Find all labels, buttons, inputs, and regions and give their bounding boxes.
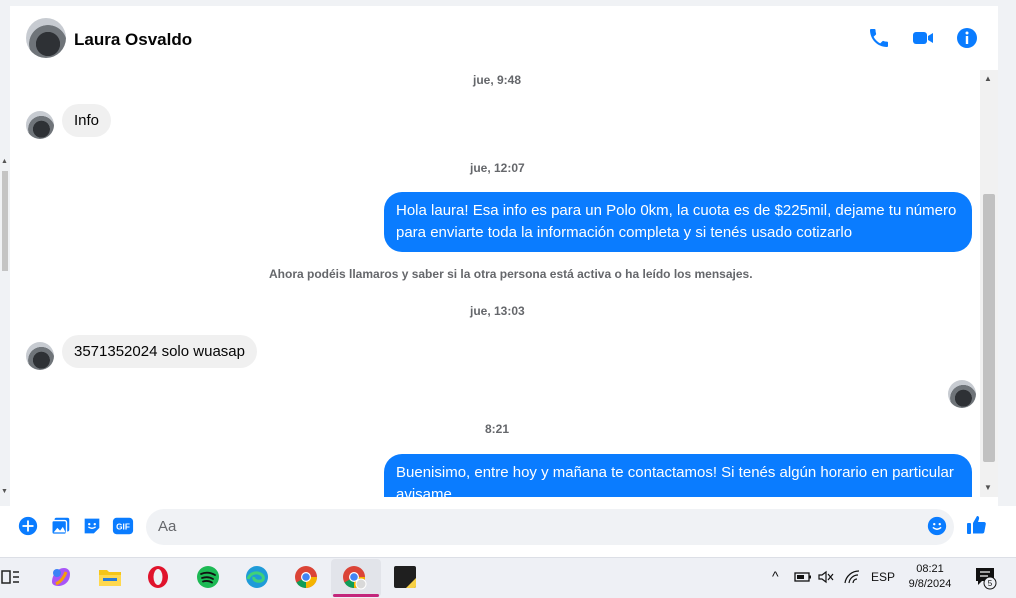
timestamp: jue, 12:07 bbox=[470, 161, 525, 175]
opera-icon[interactable] bbox=[145, 564, 171, 590]
contact-avatar[interactable] bbox=[26, 18, 66, 58]
timestamp: 8:21 bbox=[485, 422, 510, 436]
scroll-up-arrow[interactable]: ▲ bbox=[984, 74, 992, 83]
left-scroll-down-arrow[interactable]: ▼ bbox=[1, 488, 8, 495]
clock-date: 9/8/2024 bbox=[908, 578, 952, 590]
scroll-down-arrow[interactable]: ▼ bbox=[984, 483, 992, 492]
clock-time: 08:21 bbox=[916, 563, 944, 575]
incoming-message[interactable]: 3571352024 solo wuasap bbox=[62, 335, 257, 368]
chat-scrollbar[interactable]: ▲ ▼ bbox=[980, 70, 998, 497]
outgoing-message[interactable]: Hola laura! Esa info es para un Polo 0km… bbox=[384, 192, 972, 252]
timestamp: jue, 13:03 bbox=[470, 304, 525, 318]
file-explorer-icon[interactable] bbox=[97, 564, 123, 590]
message-list[interactable]: jue, 9:48 Info jue, 12:07 Hola laura! Es… bbox=[10, 70, 980, 497]
video-camera-icon[interactable] bbox=[911, 26, 935, 50]
right-edge bbox=[998, 6, 1016, 506]
message-line: avisame bbox=[396, 486, 452, 497]
system-clock[interactable]: 08:21 9/8/2024 bbox=[900, 562, 960, 592]
copilot-icon[interactable] bbox=[48, 564, 74, 590]
message-input[interactable]: Aa bbox=[146, 509, 954, 545]
message-line: Buenisimo, entre hoy y mañana te contact… bbox=[396, 464, 954, 481]
outgoing-message[interactable]: Buenisimo, entre hoy y mañana te contact… bbox=[384, 454, 972, 497]
message-line: para enviarte toda la información comple… bbox=[396, 224, 853, 241]
phone-icon[interactable] bbox=[867, 26, 891, 50]
chevron-up-icon[interactable]: ^ bbox=[772, 568, 779, 584]
chat-header: Laura Osvaldo bbox=[10, 6, 998, 71]
sticky-notes-icon[interactable] bbox=[392, 564, 418, 590]
seen-receipt-avatar bbox=[948, 380, 976, 408]
left-scroll-up-arrow[interactable]: ▲ bbox=[1, 158, 8, 165]
scroll-thumb[interactable] bbox=[983, 194, 995, 462]
info-icon[interactable] bbox=[955, 26, 979, 50]
spotify-icon[interactable] bbox=[195, 564, 221, 590]
wifi-icon[interactable] bbox=[844, 570, 860, 584]
battery-icon[interactable] bbox=[794, 570, 812, 584]
chrome-icon[interactable] bbox=[293, 564, 319, 590]
windows-taskbar: ^ ESP 08:21 9/8/2024 5 bbox=[0, 557, 1016, 598]
emoji-icon[interactable] bbox=[926, 515, 948, 537]
svg-text:GIF: GIF bbox=[116, 523, 130, 532]
chrome-profile-icon[interactable] bbox=[341, 564, 367, 590]
gif-icon[interactable]: GIF bbox=[112, 515, 134, 537]
image-gallery-icon[interactable] bbox=[50, 515, 72, 537]
notification-count-badge: 5 bbox=[988, 579, 993, 588]
sender-avatar[interactable] bbox=[26, 342, 54, 370]
notification-center-icon[interactable]: 5 bbox=[974, 566, 998, 590]
edge-icon[interactable] bbox=[244, 564, 270, 590]
left-scrollbar[interactable]: ▲ ▼ bbox=[0, 6, 10, 506]
message-input-placeholder: Aa bbox=[158, 518, 177, 535]
task-view-icon[interactable] bbox=[0, 564, 20, 590]
left-scroll-thumb[interactable] bbox=[2, 171, 8, 271]
language-indicator[interactable]: ESP bbox=[871, 570, 895, 584]
thumbs-up-icon[interactable] bbox=[965, 513, 989, 537]
sender-avatar[interactable] bbox=[26, 111, 54, 139]
message-composer: GIF Aa bbox=[10, 497, 998, 557]
contact-name[interactable]: Laura Osvaldo bbox=[74, 30, 192, 50]
sticker-icon[interactable] bbox=[81, 515, 103, 537]
incoming-message[interactable]: Info bbox=[62, 104, 112, 137]
timestamp: jue, 9:48 bbox=[473, 73, 522, 87]
volume-muted-icon[interactable] bbox=[818, 570, 834, 584]
plus-icon[interactable] bbox=[17, 515, 39, 537]
message-line: Hola laura! Esa info es para un Polo 0km… bbox=[396, 202, 957, 219]
system-notice: Ahora podéis llamaros y saber si la otra… bbox=[269, 267, 753, 281]
